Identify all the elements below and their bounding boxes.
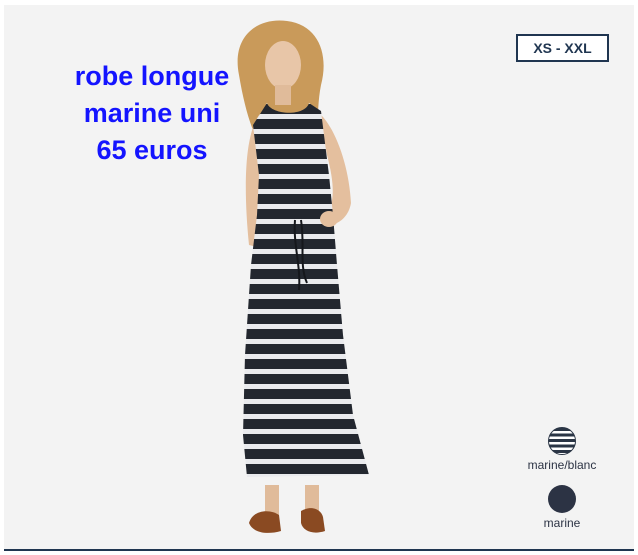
color-option-label: marine/blanc [527, 458, 597, 472]
product-card: robe longue marine uni 65 euros XS - XXL [4, 5, 634, 551]
headline-line-name: robe longue [74, 61, 230, 91]
color-option-label: marine [543, 516, 581, 530]
product-headline: robe longue marine uni 65 euros [52, 58, 252, 169]
striped-swatch-icon [548, 427, 576, 455]
color-option-marine[interactable]: marine [512, 485, 612, 530]
headline-line-color: marine uni [83, 98, 221, 128]
color-option-marine-blanc[interactable]: marine/blanc [512, 427, 612, 472]
headline-line-price: 65 euros [96, 135, 208, 165]
size-range-badge[interactable]: XS - XXL [516, 34, 609, 62]
solid-swatch-icon [548, 485, 576, 513]
